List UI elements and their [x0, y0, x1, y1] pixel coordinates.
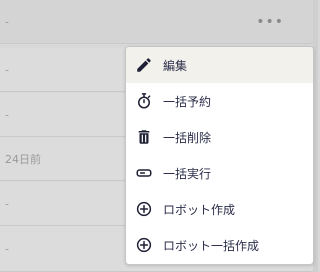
menu-item-edit[interactable]: 編集 — [126, 47, 313, 83]
menu-item-label: 一括予約 — [163, 94, 212, 109]
row-cell-text: - — [5, 197, 9, 210]
row-cell-text: - — [5, 242, 9, 255]
row-cell-text: - — [5, 63, 9, 76]
stopwatch-icon — [135, 92, 153, 110]
menu-item-label: 一括実行 — [163, 166, 212, 181]
device-icon — [135, 164, 153, 182]
menu-item-label: 編集 — [163, 58, 188, 73]
menu-item-bulk-schedule[interactable]: 一括予約 — [126, 83, 313, 119]
row-cell-text: - — [5, 15, 9, 28]
context-menu: 編集 一括予約 一括削除 一括実行 ロボット作成 ロボット一括作成 — [125, 46, 314, 265]
row-cell-text: 24日前 — [5, 152, 41, 166]
menu-item-label: ロボット一括作成 — [163, 238, 260, 253]
menu-item-create-robot[interactable]: ロボット作成 — [126, 191, 313, 227]
table-row[interactable]: - ••• — [0, 0, 318, 44]
menu-item-label: ロボット作成 — [163, 202, 236, 217]
row-actions-button[interactable]: ••• — [256, 15, 284, 29]
menu-item-bulk-run[interactable]: 一括実行 — [126, 155, 313, 191]
pencil-icon — [135, 56, 153, 74]
row-cell-text: - — [5, 108, 9, 121]
menu-item-label: 一括削除 — [163, 130, 212, 145]
plus-circle-icon — [135, 200, 153, 218]
menu-item-bulk-create-robot[interactable]: ロボット一括作成 — [126, 227, 313, 263]
menu-item-bulk-delete[interactable]: 一括削除 — [126, 119, 313, 155]
plus-circle-icon — [135, 236, 153, 254]
trash-icon — [135, 128, 153, 146]
